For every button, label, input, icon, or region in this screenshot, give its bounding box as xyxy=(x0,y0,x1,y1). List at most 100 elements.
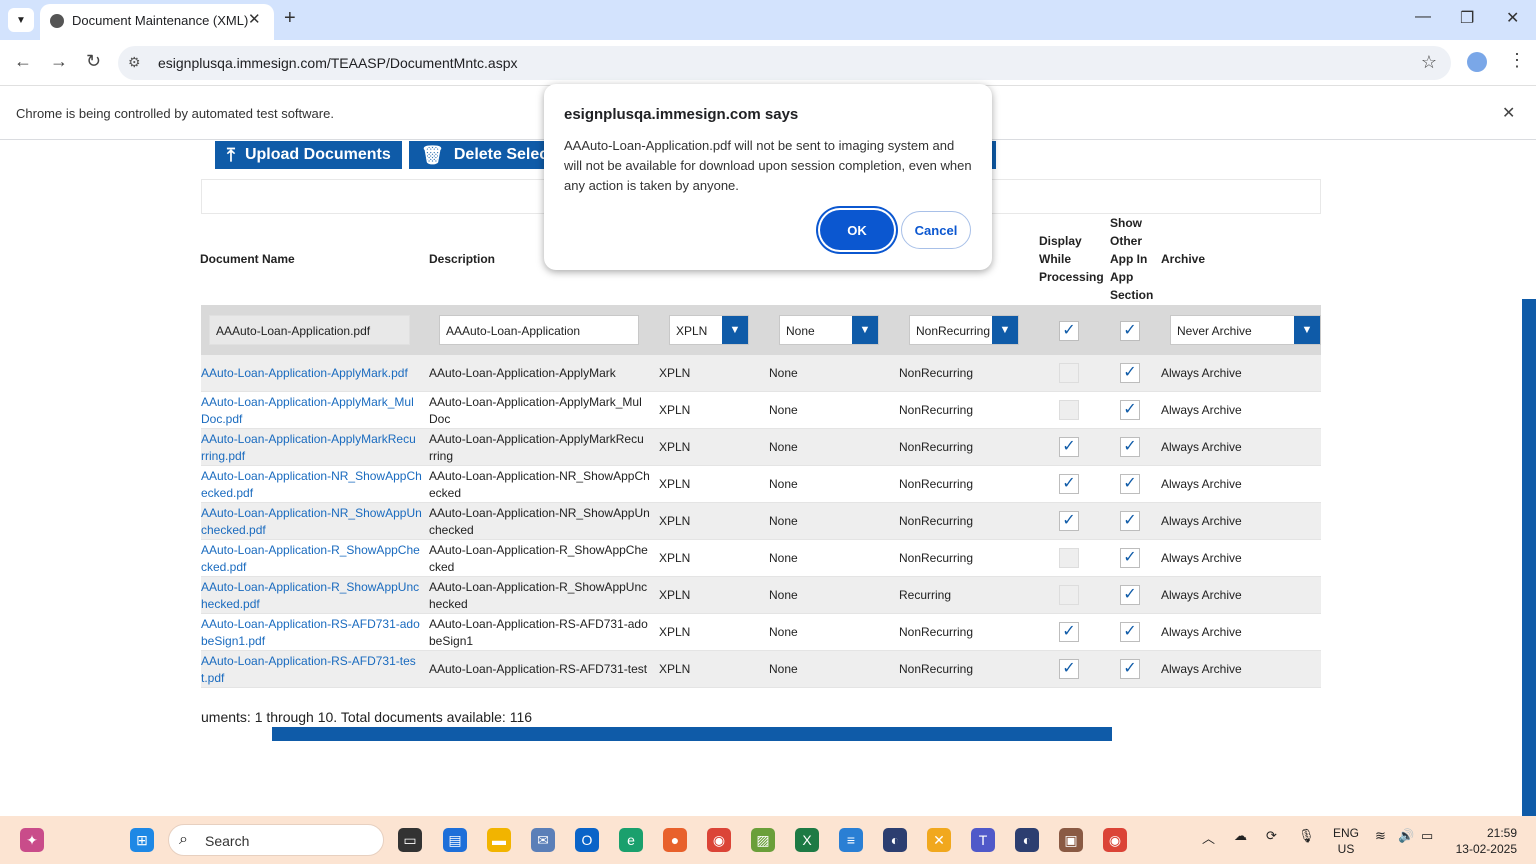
show-checkbox[interactable]: ✓ xyxy=(1120,437,1140,457)
tool-icon[interactable]: ✕ xyxy=(927,828,951,852)
show-checkbox[interactable]: ✓ xyxy=(1120,548,1140,568)
chat-icon[interactable]: ▤ xyxy=(443,828,467,852)
display-checkbox[interactable] xyxy=(1059,548,1079,568)
active-tab[interactable]: Document Maintenance (XML) ✕ xyxy=(40,4,274,40)
infobar-close-icon[interactable]: ✕ xyxy=(1502,103,1515,123)
notepad-icon[interactable]: ≡ xyxy=(839,828,863,852)
language-indicator[interactable]: ENG US xyxy=(1333,825,1359,857)
display-checkbox[interactable] xyxy=(1059,363,1079,383)
teams-icon[interactable]: T xyxy=(971,828,995,852)
forward-icon[interactable]: → xyxy=(50,51,68,72)
description-line: beSign1 xyxy=(429,634,474,648)
chevron-down-icon[interactable]: ▼ xyxy=(1294,316,1320,344)
show-checkbox[interactable]: ✓ xyxy=(1120,474,1140,494)
edit-display-checkbox[interactable]: ✓ xyxy=(1059,321,1079,341)
document-link[interactable]: AAuto-Loan-Application-ApplyMarkRecu rrin… xyxy=(201,431,416,465)
document-link[interactable]: AAuto-Loan-Application-ApplyMark.pdf xyxy=(201,365,408,382)
description-line: AAuto-Loan-Application-R_ShowAppChe xyxy=(429,543,648,557)
edit-show-checkbox[interactable]: ✓ xyxy=(1120,321,1140,341)
excel-icon[interactable]: X xyxy=(795,828,819,852)
tab-search-button[interactable]: ▼ xyxy=(8,8,34,32)
sync-icon[interactable]: ⟳ xyxy=(1266,828,1277,844)
outlook-icon[interactable]: O xyxy=(575,828,599,852)
url-text: esignplusqa.immesign.com/TEAASP/Document… xyxy=(158,55,518,71)
chevron-down-icon[interactable]: ▼ xyxy=(992,316,1018,344)
edit-description-input[interactable]: AAAuto-Loan-Application xyxy=(439,315,639,345)
display-checkbox[interactable] xyxy=(1059,585,1079,605)
chevron-up-icon[interactable]: ︿ xyxy=(1202,828,1215,847)
description-line: hecked xyxy=(429,597,468,611)
app-icon[interactable]: ▣ xyxy=(1059,828,1083,852)
show-checkbox[interactable]: ✓ xyxy=(1120,622,1140,642)
taskbar-search[interactable]: ⌕ Search xyxy=(168,824,384,856)
chevron-down-icon[interactable]: ▼ xyxy=(852,316,878,344)
cancel-button[interactable]: Cancel xyxy=(901,211,971,249)
bookmark-star-icon[interactable]: ☆ xyxy=(1421,52,1437,73)
task-view-icon[interactable]: ▭ xyxy=(398,828,422,852)
display-checkbox[interactable]: ✓ xyxy=(1059,437,1079,457)
profile-avatar[interactable] xyxy=(1467,52,1487,72)
onedrive-icon[interactable]: ☁ xyxy=(1234,828,1247,844)
archive-cell: Always Archive xyxy=(1161,662,1242,676)
window-close-icon[interactable]: ✕ xyxy=(1506,8,1519,28)
copilot-icon[interactable]: ✦ xyxy=(20,828,44,852)
tab-close-icon[interactable]: ✕ xyxy=(248,10,261,28)
edit-option-select[interactable]: None ▼ xyxy=(779,315,879,345)
display-checkbox[interactable]: ✓ xyxy=(1059,474,1079,494)
new-tab-button[interactable]: + xyxy=(284,7,296,30)
file-explorer-icon[interactable]: ▬ xyxy=(487,828,511,852)
header-archive: Archive xyxy=(1161,252,1206,266)
show-checkbox[interactable]: ✓ xyxy=(1120,511,1140,531)
chrome-icon[interactable]: ◉ xyxy=(707,828,731,852)
display-checkbox[interactable] xyxy=(1059,400,1079,420)
display-checkbox[interactable]: ✓ xyxy=(1059,622,1079,642)
vertical-scrollbar[interactable] xyxy=(1522,299,1536,816)
edit-archive-select[interactable]: Never Archive ▼ xyxy=(1170,315,1321,345)
description-cell: AAuto-Loan-Application-ApplyMark xyxy=(429,365,616,382)
eclipse-icon[interactable]: ◐ xyxy=(883,828,907,852)
back-icon[interactable]: ← xyxy=(14,51,32,72)
firefox-icon[interactable]: ● xyxy=(663,828,687,852)
show-checkbox[interactable]: ✓ xyxy=(1120,363,1140,383)
document-link[interactable]: AAuto-Loan-Application-ApplyMark_Mul Doc.… xyxy=(201,394,414,428)
document-link[interactable]: AAuto-Loan-Application-RS-AFD731-ado beSi… xyxy=(201,616,420,650)
edit-type-select[interactable]: XPLN ▼ xyxy=(669,315,749,345)
chrome-active-icon[interactable]: ◉ xyxy=(1103,828,1127,852)
document-link[interactable]: AAuto-Loan-Application-R_ShowAppUnc hecke… xyxy=(201,579,419,613)
document-link[interactable]: AAuto-Loan-Application-R_ShowAppChe cked.… xyxy=(201,542,420,576)
eclipse-icon-2[interactable]: ◐ xyxy=(1015,828,1039,852)
volume-icon[interactable]: 🔊 xyxy=(1398,828,1414,844)
edge-icon[interactable]: e xyxy=(619,828,643,852)
minimize-icon[interactable]: — xyxy=(1415,8,1431,26)
document-link[interactable]: AAuto-Loan-Application-NR_ShowAppCh ecked… xyxy=(201,468,422,502)
mic-muted-icon[interactable]: 🎙 xyxy=(1298,828,1315,844)
battery-icon[interactable]: ▭ xyxy=(1421,828,1433,844)
document-name-line: rring.pdf xyxy=(201,449,246,463)
display-checkbox[interactable]: ✓ xyxy=(1059,511,1079,531)
header-display-while-processing: Display While Processing xyxy=(1039,234,1104,284)
mail-icon[interactable]: ✉ xyxy=(531,828,555,852)
show-checkbox[interactable]: ✓ xyxy=(1120,400,1140,420)
type-cell: XPLN xyxy=(659,440,691,454)
chevron-down-icon[interactable]: ▼ xyxy=(722,316,748,344)
globe-icon xyxy=(50,14,64,28)
show-checkbox[interactable]: ✓ xyxy=(1120,585,1140,605)
upload-documents-button[interactable]: ⤒ Upload Documents xyxy=(215,141,402,169)
ok-button[interactable]: OK xyxy=(820,210,894,250)
reload-icon[interactable]: ↻ xyxy=(86,51,101,72)
description-line: AAuto-Loan-Application-NR_ShowAppCh xyxy=(429,469,650,483)
wifi-icon[interactable]: ≋ xyxy=(1375,828,1386,844)
url-field[interactable]: ⚙ esignplusqa.immesign.com/TEAASP/Docume… xyxy=(118,46,1451,80)
start-icon[interactable]: ⊞ xyxy=(130,828,154,852)
display-checkbox[interactable]: ✓ xyxy=(1059,659,1079,679)
site-info-icon[interactable]: ⚙ xyxy=(128,54,141,71)
edit-recurrence-select[interactable]: NonRecurring ▼ xyxy=(909,315,1019,345)
restore-icon[interactable]: ❐ xyxy=(1460,8,1474,28)
document-name-line: AAuto-Loan-Application-R_ShowAppUnc xyxy=(201,580,420,594)
image-app-icon[interactable]: ▨ xyxy=(751,828,775,852)
clock[interactable]: 21:59 13-02-2025 xyxy=(1455,825,1517,857)
document-link[interactable]: AAuto-Loan-Application-NR_ShowAppUn check… xyxy=(201,505,422,539)
browser-menu-icon[interactable]: ⋮ xyxy=(1508,50,1526,71)
document-link[interactable]: AAuto-Loan-Application-RS-AFD731-tes t.pd… xyxy=(201,653,416,687)
show-checkbox[interactable]: ✓ xyxy=(1120,659,1140,679)
